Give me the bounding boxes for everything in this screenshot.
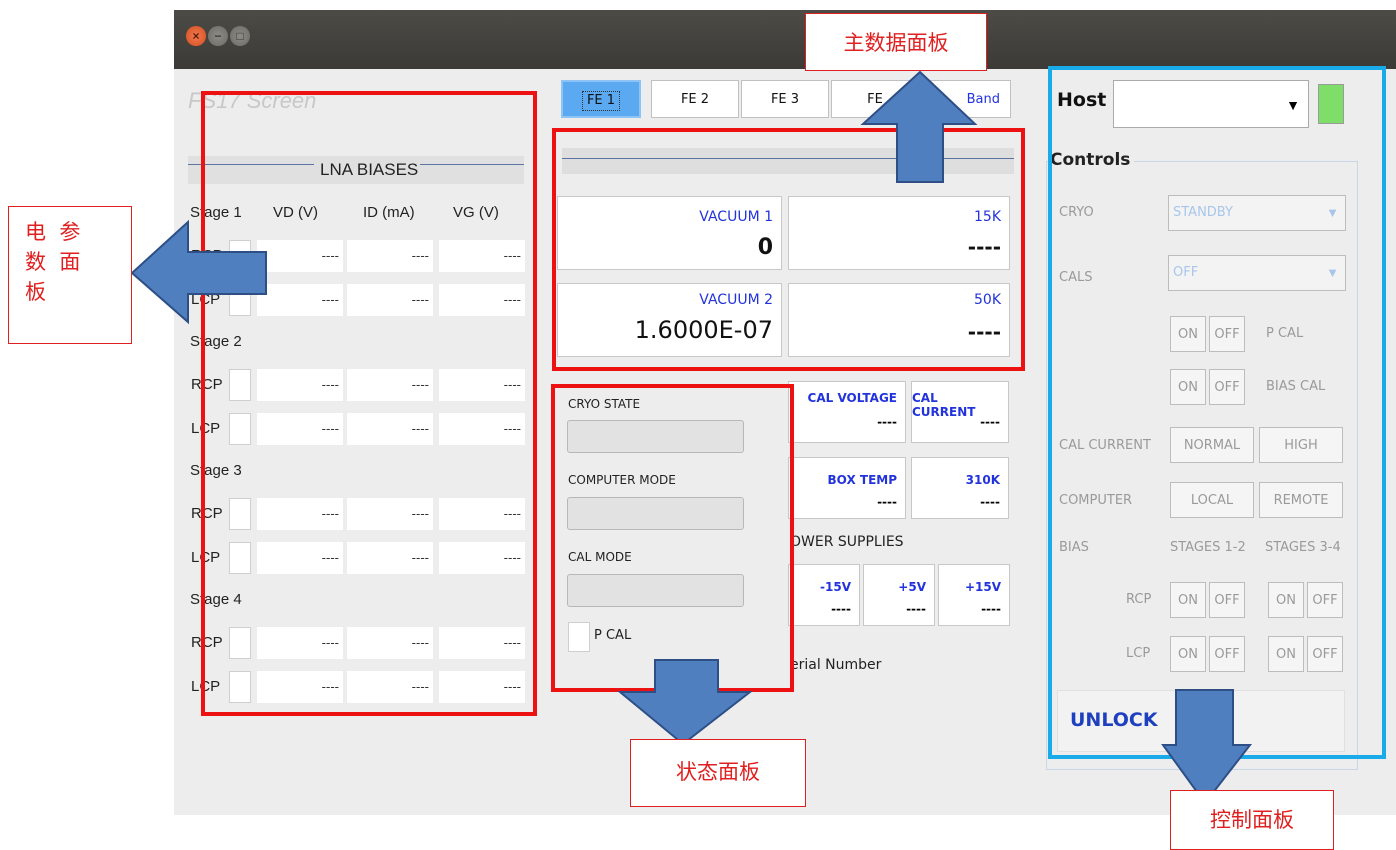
control-panel-note: 控制面板 [1170,790,1334,850]
annotation-arrows [130,70,1253,805]
main-panel-note: 主数据面板 [805,13,987,71]
down-arrow-status [617,659,753,746]
down-arrow-control [1161,689,1253,805]
status-panel-note: 状态面板 [630,739,806,807]
up-arrow-main [860,70,978,183]
left-arrow-elec [130,219,267,325]
elec-panel-note: 电 参 数 面 板 [8,206,132,344]
